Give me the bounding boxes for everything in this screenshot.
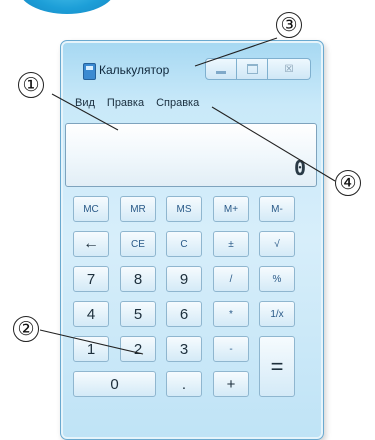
leader-line-3 <box>194 37 278 67</box>
leader-line-4 <box>211 106 336 182</box>
callout-1: ① <box>18 72 44 98</box>
leader-line-2 <box>39 329 144 355</box>
callout-2: ② <box>13 316 39 342</box>
callout-4: ④ <box>335 170 361 196</box>
leader-line-1 <box>51 93 119 131</box>
callout-leader-lines <box>39 37 336 355</box>
callout-3: ③ <box>276 12 302 38</box>
